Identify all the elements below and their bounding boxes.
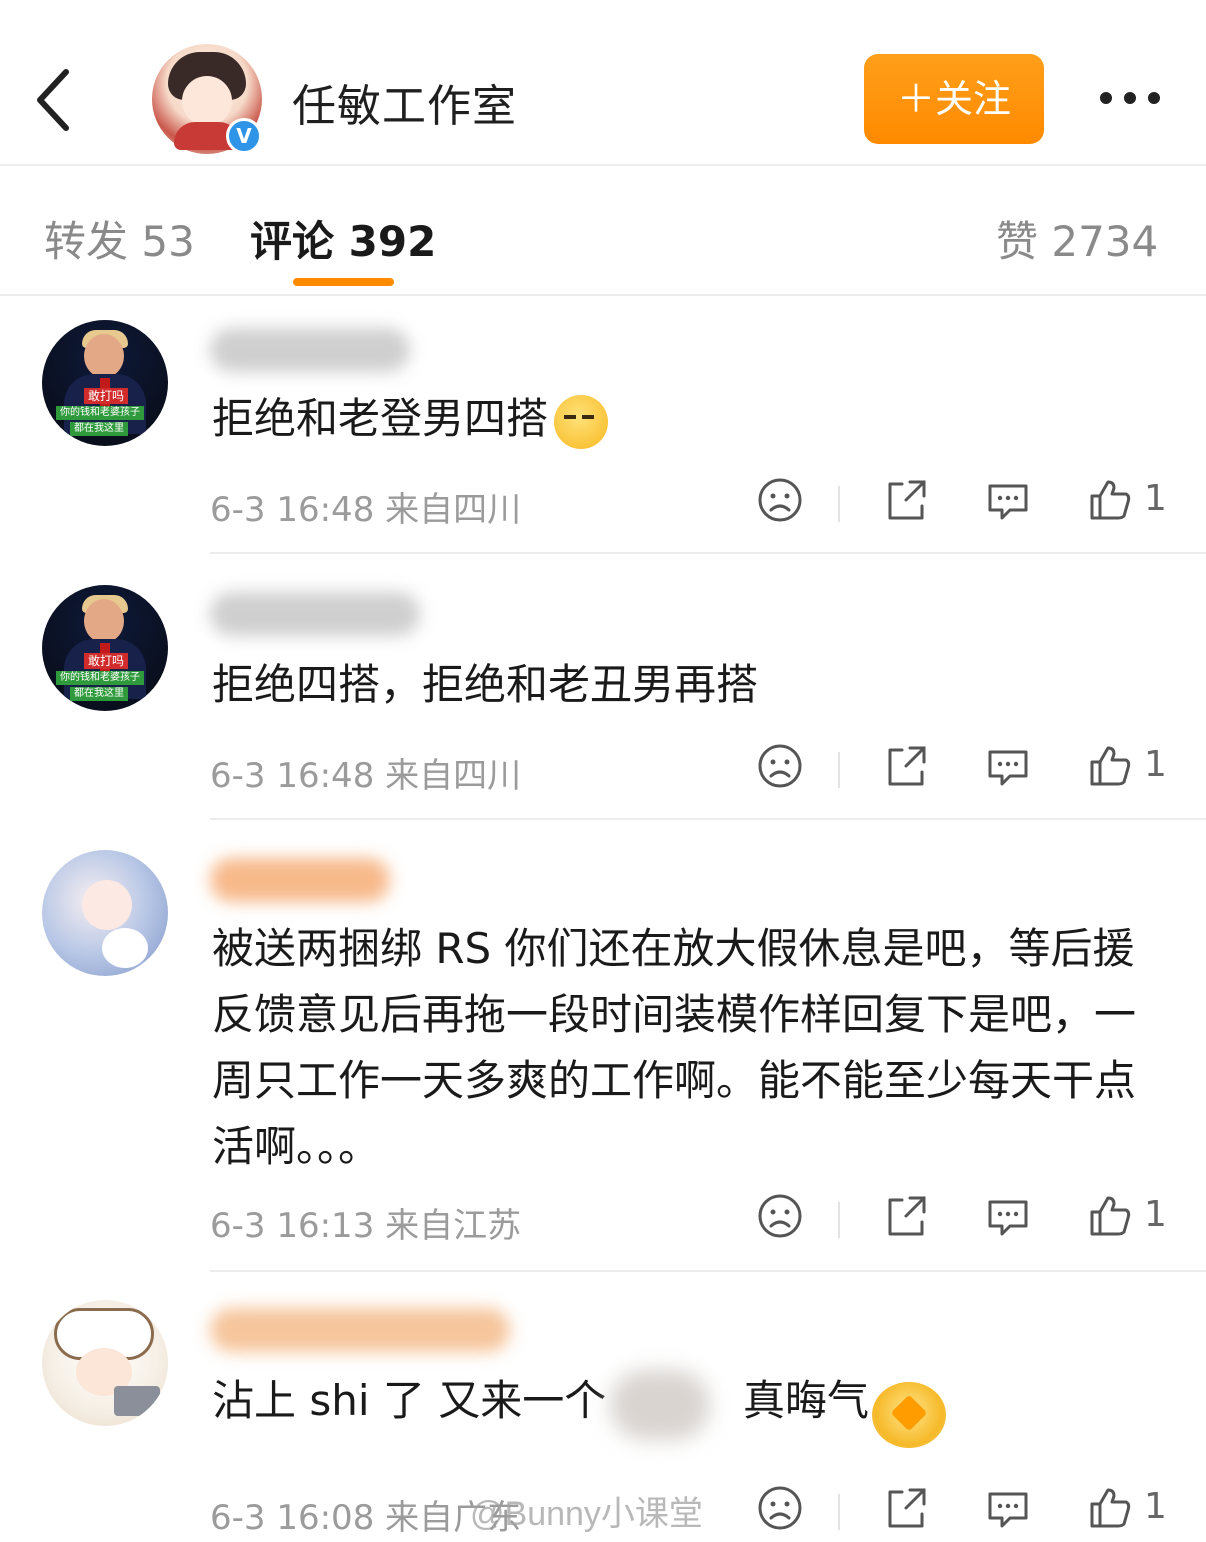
top-bar: V 任敏工作室 ＋关注	[0, 0, 1206, 166]
comment-bubble-icon	[988, 750, 1028, 786]
commenter-avatar[interactable]: 敢打吗 你的钱和老婆孩子 都在我这里	[42, 320, 168, 446]
thumbs-up-icon	[1090, 746, 1131, 786]
back-button[interactable]	[28, 60, 88, 140]
tab-comments[interactable]: 评论 392	[250, 208, 436, 269]
share-icon	[888, 1196, 926, 1236]
like-count: 1	[1144, 744, 1167, 785]
dislike-button[interactable]	[754, 1190, 814, 1250]
like-button[interactable]	[1084, 474, 1144, 534]
share-button[interactable]	[880, 1482, 940, 1542]
thumbs-up-icon	[1090, 1488, 1131, 1528]
reply-button[interactable]	[982, 740, 1042, 800]
comment-bubble-icon	[988, 484, 1028, 520]
comment-bubble-icon	[988, 1200, 1028, 1236]
divider	[210, 818, 1206, 820]
reply-button[interactable]	[982, 1482, 1042, 1542]
chevron-left-icon	[37, 69, 69, 131]
tab-likes[interactable]: 赞 2734	[996, 208, 1158, 269]
dislike-button[interactable]	[754, 740, 814, 800]
comment-text: 被送两捆绑 RS 你们还在放大假休息是吧，等后援反馈意见后再拖一段时间装模作样回…	[212, 924, 1137, 1171]
like-count: 1	[1144, 478, 1167, 519]
watermark: @Bunny小课堂	[470, 1495, 703, 1533]
like-button[interactable]	[1084, 1190, 1144, 1250]
censored-word	[610, 1370, 710, 1440]
tab-repost[interactable]: 转发 53	[44, 208, 195, 269]
like-button[interactable]	[1084, 740, 1144, 800]
comment-actions: 1	[740, 1190, 1180, 1250]
share-icon	[888, 1488, 926, 1528]
dislike-face-icon	[758, 1194, 802, 1238]
more-dots-icon	[1100, 92, 1112, 104]
action-divider	[838, 1202, 840, 1238]
account-name[interactable]: 任敏工作室	[292, 70, 517, 134]
reply-button[interactable]	[982, 1190, 1042, 1250]
dislike-button[interactable]	[754, 474, 814, 534]
share-icon	[888, 746, 926, 786]
share-button[interactable]	[880, 740, 940, 800]
more-options-button[interactable]	[1090, 76, 1170, 120]
action-divider	[838, 1494, 840, 1530]
tab-bar: 转发 53 评论 392 赞 2734	[0, 168, 1206, 296]
like-button[interactable]	[1084, 1482, 1144, 1542]
dislike-face-icon	[758, 1486, 802, 1530]
like-count: 1	[1144, 1486, 1167, 1527]
blurred-username[interactable]	[210, 1308, 510, 1352]
share-button[interactable]	[880, 474, 940, 534]
comment-actions: 1	[740, 474, 1180, 534]
comment-actions: 1	[740, 740, 1180, 800]
comment-text: 拒绝和老登男四搭	[212, 386, 1162, 452]
share-icon	[888, 480, 926, 520]
dislike-face-icon	[758, 478, 802, 522]
share-button[interactable]	[880, 1190, 940, 1250]
comment-meta: 6-3 16:13 来自江苏	[210, 1206, 522, 1246]
commenter-avatar[interactable]	[42, 850, 168, 976]
comment-actions: 1	[740, 1482, 1180, 1542]
sweat-emoji-icon	[554, 394, 609, 449]
thumbs-up-icon	[1090, 480, 1131, 520]
comments-page: V 任敏工作室 ＋关注 转发 53 评论 392 赞 2734 敢打吗 你的钱和…	[0, 0, 1206, 1542]
reply-button[interactable]	[982, 474, 1042, 534]
comment-text: 拒绝四搭，拒绝和老丑男再搭	[212, 660, 759, 709]
divider	[210, 552, 1206, 554]
active-tab-indicator	[293, 278, 394, 286]
comment-meta: 6-3 16:48 来自四川	[210, 490, 522, 530]
fan-badge-icon	[872, 1382, 946, 1448]
divider	[210, 1270, 1206, 1272]
follow-button[interactable]: ＋关注	[864, 54, 1044, 144]
dislike-face-icon	[758, 744, 802, 788]
comment-meta: 6-3 16:48 来自四川	[210, 756, 522, 796]
verified-badge-icon: V	[226, 118, 262, 154]
blurred-username[interactable]	[210, 328, 410, 372]
action-divider	[838, 486, 840, 522]
commenter-avatar[interactable]	[42, 1300, 168, 1426]
thumbs-up-icon	[1090, 1196, 1131, 1236]
dislike-button[interactable]	[754, 1482, 814, 1542]
action-divider	[838, 752, 840, 788]
commenter-avatar[interactable]: 敢打吗 你的钱和老婆孩子 都在我这里	[42, 585, 168, 711]
blurred-username[interactable]	[210, 592, 420, 636]
blurred-username[interactable]	[210, 858, 390, 902]
like-count: 1	[1144, 1194, 1167, 1235]
comment-bubble-icon	[988, 1492, 1028, 1528]
